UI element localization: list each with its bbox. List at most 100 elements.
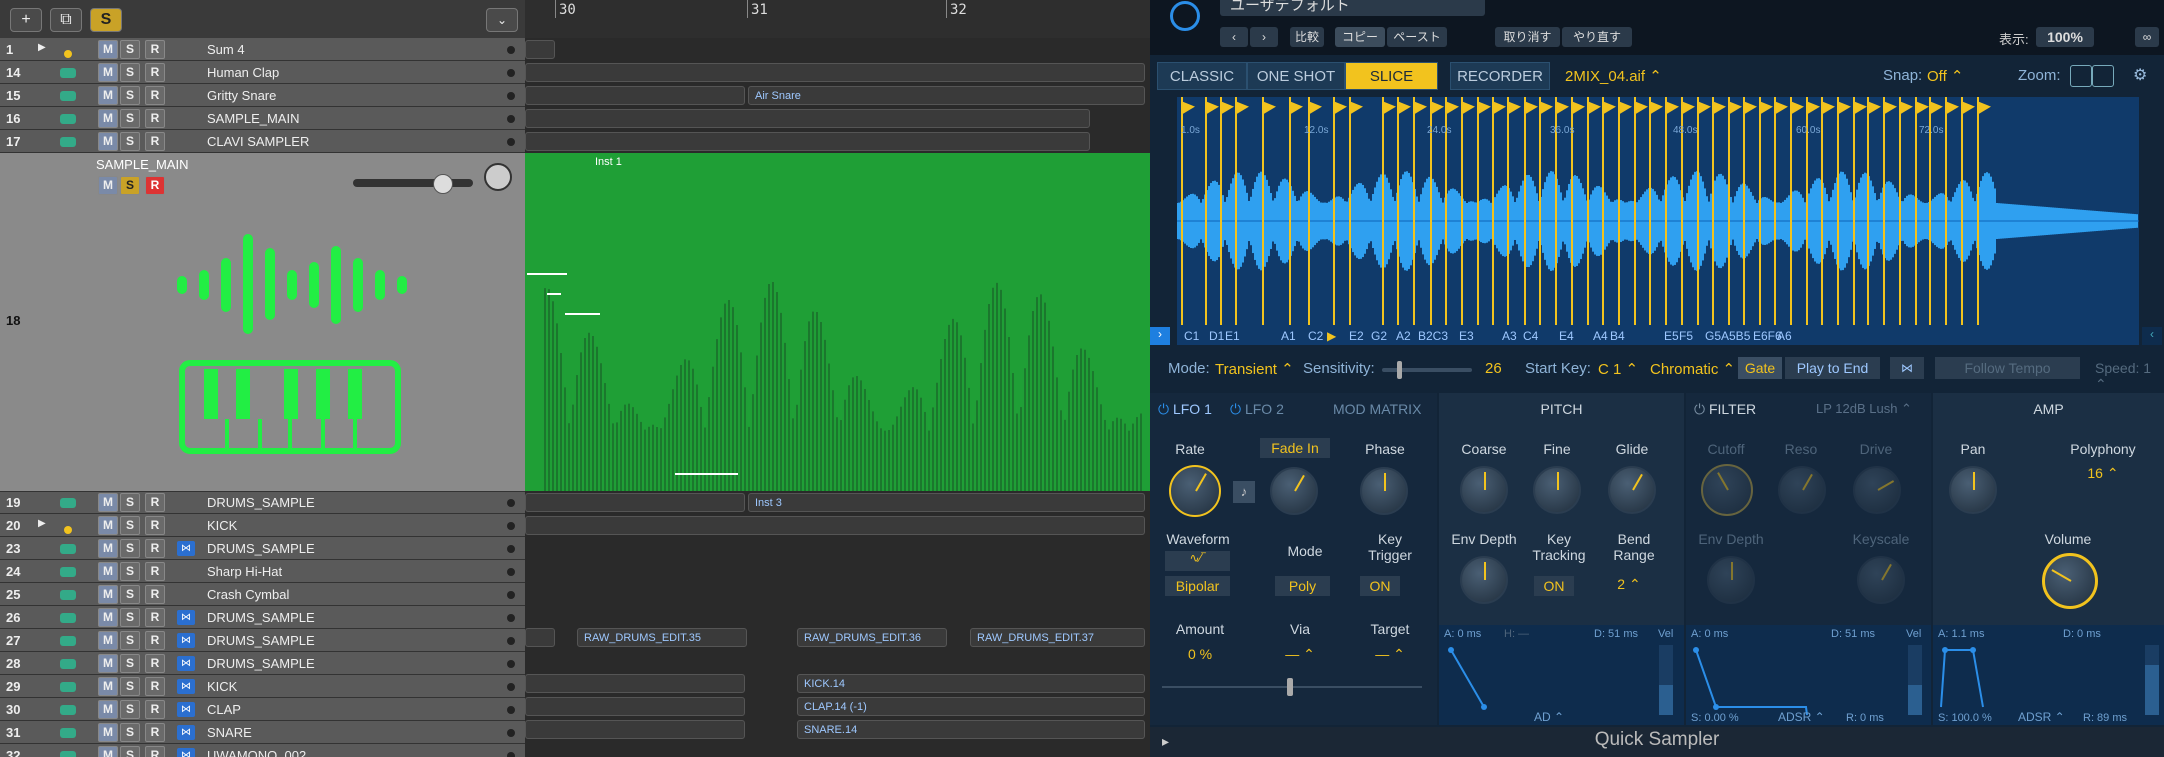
- slice-marker[interactable]: [1539, 97, 1541, 325]
- mute-button[interactable]: M: [98, 516, 118, 535]
- mute-button[interactable]: M: [98, 746, 118, 757]
- track-lane[interactable]: [525, 583, 1150, 607]
- mute-button[interactable]: M: [98, 40, 118, 59]
- solo-button[interactable]: S: [120, 493, 140, 512]
- track-row[interactable]: 17 M S R CLAVI SAMPLER: [0, 130, 525, 153]
- pan-knob[interactable]: [484, 163, 512, 191]
- slice-marker[interactable]: [1413, 97, 1415, 325]
- glide-knob[interactable]: [1608, 466, 1656, 514]
- solo-button[interactable]: S: [120, 40, 140, 59]
- slice-marker[interactable]: [1634, 97, 1636, 325]
- link-icon[interactable]: ∞: [2135, 27, 2159, 47]
- solo-button[interactable]: S: [120, 746, 140, 757]
- snap-select[interactable]: Off ⌃: [1927, 67, 1963, 85]
- track-row[interactable]: 32 M S R ⋈ UWAMONO_002: [0, 744, 525, 757]
- preset-menu[interactable]: ユーザデフォルト: [1220, 0, 1485, 16]
- mute-button[interactable]: M: [98, 562, 118, 581]
- slice-marker[interactable]: [1728, 97, 1730, 325]
- mute-button[interactable]: M: [98, 109, 118, 128]
- solo-button[interactable]: S: [120, 562, 140, 581]
- reverse-icon[interactable]: ⋈: [1890, 357, 1924, 379]
- region-raw37[interactable]: RAW_DRUMS_EDIT.37: [970, 628, 1145, 647]
- track-row[interactable]: 19 M S R DRUMS_SAMPLE: [0, 491, 525, 514]
- track-row[interactable]: 29 M S R ⋈ KICK: [0, 675, 525, 698]
- scroll-right-icon[interactable]: ‹: [2142, 327, 2162, 345]
- region-gritty-snare[interactable]: [525, 86, 745, 105]
- slice-marker[interactable]: [1899, 97, 1901, 325]
- solo-button[interactable]: S: [120, 539, 140, 558]
- cutoff-knob[interactable]: [1701, 464, 1753, 516]
- volume-knob[interactable]: [2042, 553, 2098, 609]
- region-sum4[interactable]: [525, 40, 555, 59]
- region-clap14[interactable]: CLAP.14 (-1): [797, 697, 1145, 716]
- record-button[interactable]: R: [145, 654, 165, 673]
- track-lane[interactable]: [525, 652, 1150, 676]
- slice-marker[interactable]: [1220, 97, 1222, 325]
- track-row[interactable]: 1 M S R Sum 4: [0, 38, 525, 61]
- via-select[interactable]: — ⌃: [1270, 646, 1330, 663]
- fade-in-knob[interactable]: [1270, 467, 1318, 515]
- slice-marker[interactable]: [1587, 97, 1589, 325]
- tab-lfo2[interactable]: ⏻ LFO 2: [1230, 401, 1284, 418]
- zoom-fit-icon[interactable]: [2070, 65, 2092, 87]
- record-button[interactable]: R: [145, 631, 165, 650]
- filter-power[interactable]: ⏻ FILTER: [1694, 401, 1756, 418]
- keyscale-knob[interactable]: [1857, 556, 1905, 604]
- sample-filename[interactable]: 2MIX_04.aif ⌃: [1565, 67, 1662, 85]
- record-button[interactable]: R: [145, 746, 165, 757]
- track-row[interactable]: 28 M S R ⋈ DRUMS_SAMPLE: [0, 652, 525, 675]
- mute-button[interactable]: M: [98, 493, 118, 512]
- filter-env-depth-knob[interactable]: [1707, 556, 1755, 604]
- key-trigger-toggle[interactable]: ON: [1360, 576, 1400, 596]
- solo-button[interactable]: S: [120, 109, 140, 128]
- tab-slice[interactable]: SLICE: [1345, 62, 1438, 90]
- region-drums[interactable]: [525, 493, 745, 512]
- track-lane[interactable]: [525, 606, 1150, 630]
- slice-marker[interactable]: [1837, 97, 1839, 325]
- region-snare14[interactable]: SNARE.14: [797, 720, 1145, 739]
- play-slice-icon[interactable]: ▶: [1327, 329, 1336, 343]
- tab-mod-matrix[interactable]: MOD MATRIX: [1333, 401, 1421, 417]
- redo-button[interactable]: やり直す: [1562, 27, 1632, 47]
- folder-disclosure-icon[interactable]: ▶: [38, 518, 46, 529]
- slice-marker[interactable]: [1649, 97, 1651, 325]
- track-row[interactable]: 14 M S R Human Clap: [0, 61, 525, 84]
- region-raw36[interactable]: RAW_DRUMS_EDIT.36: [797, 628, 947, 647]
- slice-marker[interactable]: [1853, 97, 1855, 325]
- region-drums-27a[interactable]: [525, 628, 555, 647]
- slice-marker[interactable]: [1915, 97, 1917, 325]
- slice-marker[interactable]: [1867, 97, 1869, 325]
- volume-slider[interactable]: [353, 174, 473, 194]
- key-tracking-toggle[interactable]: ON: [1534, 576, 1574, 596]
- duplicate-track-button[interactable]: ⧉: [50, 8, 82, 32]
- slice-marker[interactable]: [1524, 97, 1526, 325]
- track-row[interactable]: 27 M S R ⋈ DRUMS_SAMPLE: [0, 629, 525, 652]
- amp-env-type[interactable]: ADSR ⌃: [2018, 710, 2065, 724]
- phase-knob[interactable]: [1360, 467, 1408, 515]
- track-row[interactable]: 31 M S R ⋈ SNARE: [0, 721, 525, 744]
- copy-button[interactable]: コピー: [1335, 27, 1385, 47]
- region-kick-a[interactable]: [525, 674, 745, 693]
- pitch-env-type[interactable]: AD ⌃: [1534, 710, 1564, 724]
- polyphony-select[interactable]: 16 ⌃: [2068, 465, 2138, 482]
- global-solo-button[interactable]: S: [90, 8, 122, 32]
- undo-button[interactable]: 取り消す: [1495, 27, 1560, 47]
- region-clap-a[interactable]: [525, 697, 745, 716]
- record-button[interactable]: R: [145, 516, 165, 535]
- mute-button[interactable]: M: [98, 677, 118, 696]
- record-button[interactable]: R: [145, 700, 165, 719]
- waveform-display[interactable]: 1.0s 12.0s 24.0s 36.0s 48.0s 60.0s 72.0s › ‹ C…: [1150, 97, 2162, 345]
- solo-button[interactable]: S: [120, 700, 140, 719]
- slice-marker[interactable]: [1961, 97, 1963, 325]
- slice-marker[interactable]: [1743, 97, 1745, 325]
- polarity-select[interactable]: Bipolar: [1165, 576, 1230, 596]
- solo-button[interactable]: S: [120, 631, 140, 650]
- track-row[interactable]: 25 M S R Crash Cymbal: [0, 583, 525, 606]
- bend-range-select[interactable]: 2 ⌃: [1609, 576, 1649, 593]
- solo-button[interactable]: S: [120, 86, 140, 105]
- record-button[interactable]: R: [145, 723, 165, 742]
- tab-one-shot[interactable]: ONE SHOT: [1247, 62, 1345, 90]
- mute-button[interactable]: M: [98, 176, 118, 195]
- pitch-envelope[interactable]: A: 0 ms H: — D: 51 ms Vel AD ⌃: [1439, 625, 1684, 725]
- region-snare-a[interactable]: [525, 720, 745, 739]
